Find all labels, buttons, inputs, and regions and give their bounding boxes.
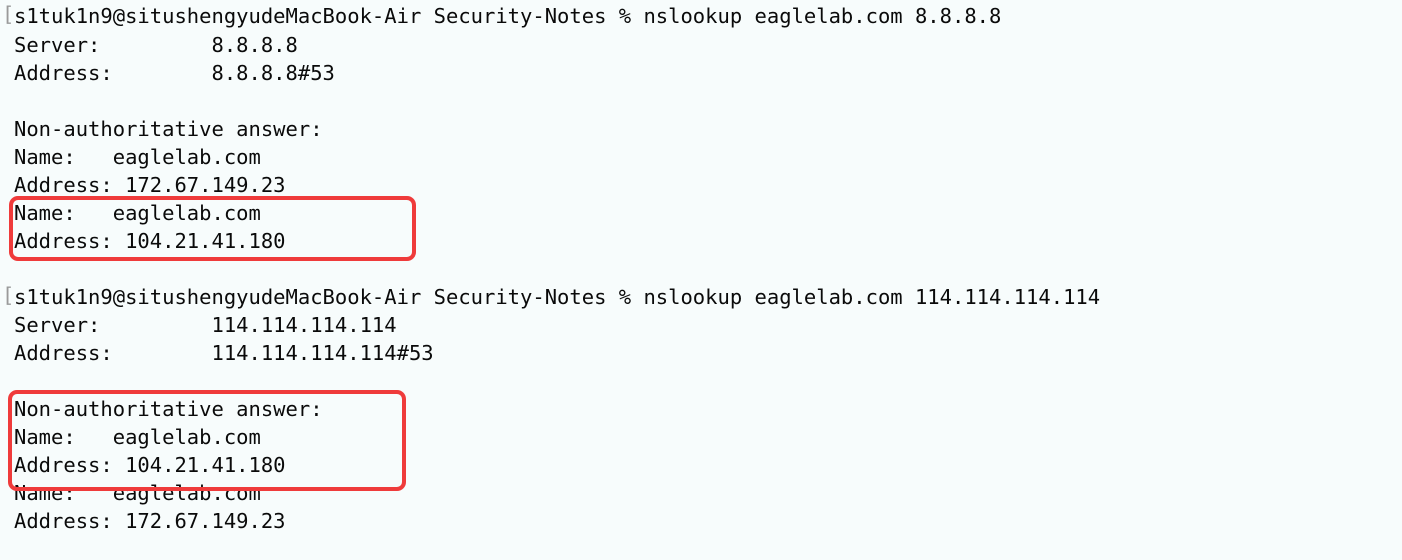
- output-line: Name: eaglelab.com: [14, 145, 261, 169]
- command-line: s1tuk1n9@situshengyudeMacBook-Air Securi…: [14, 285, 1101, 309]
- command-line: s1tuk1n9@situshengyudeMacBook-Air Securi…: [14, 4, 1002, 28]
- output-line: Address: 104.21.41.180: [14, 453, 286, 477]
- output-line: Address: 104.21.41.180: [14, 229, 286, 253]
- output-line: Server: 8.8.8.8: [14, 33, 298, 57]
- output-line: Non-authoritative answer:: [14, 397, 323, 421]
- output-line: Address: 172.67.149.23: [14, 509, 286, 533]
- output-line: Address: 172.67.149.23: [14, 173, 286, 197]
- output-line: Non-authoritative answer:: [14, 117, 323, 141]
- terminal-window[interactable]: [ s1tuk1n9@situshengyudeMacBook-Air Secu…: [0, 0, 1402, 560]
- prompt-bracket: [: [2, 2, 15, 26]
- output-line: Name: eaglelab.com: [14, 201, 261, 225]
- output-line: Address: 8.8.8.8#53: [14, 61, 335, 85]
- prompt-bracket: [: [2, 283, 15, 307]
- output-line: Name: eaglelab.com: [14, 481, 261, 505]
- output-line: Name: eaglelab.com: [14, 425, 261, 449]
- output-line: Server: 114.114.114.114: [14, 313, 397, 337]
- output-line: Address: 114.114.114.114#53: [14, 341, 434, 365]
